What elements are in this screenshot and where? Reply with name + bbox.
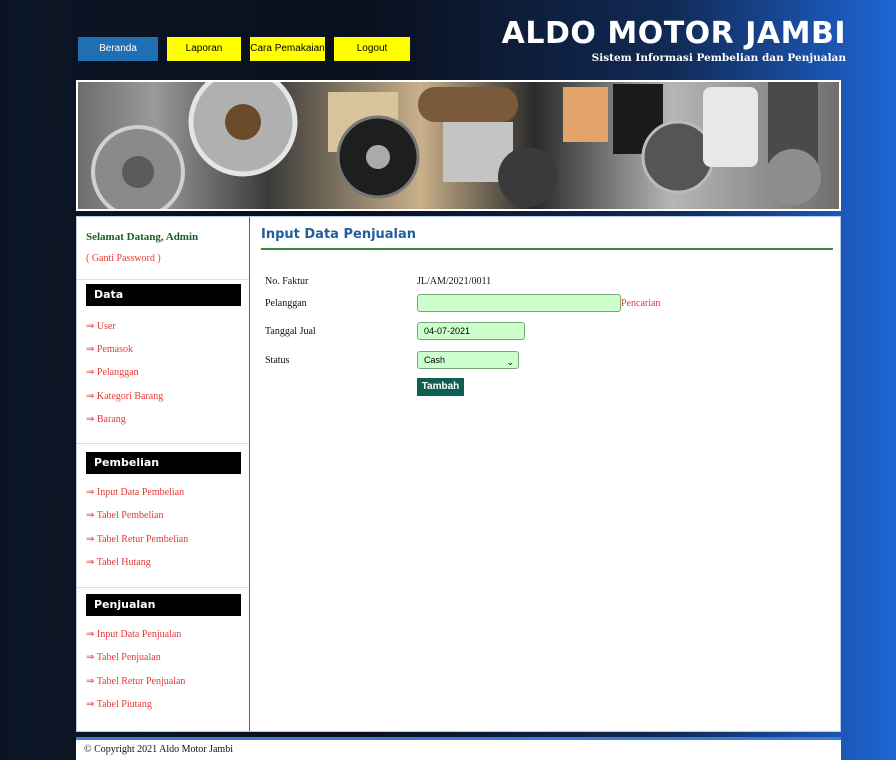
chevron-down-icon: ⌄ xyxy=(506,357,514,367)
banner-image xyxy=(76,80,841,211)
nav-logout-button[interactable]: Logout xyxy=(334,37,410,61)
form-row-no-faktur: No. Faktur JL/AM/2021/0011 xyxy=(265,272,825,294)
sidebar-item-input-data-penjualan[interactable]: ⇒ Input Data Penjualan xyxy=(86,629,181,640)
content-area: Selamat Datang, Admin ( Ganti Password )… xyxy=(76,216,841,732)
section-title-penjualan: Penjualan xyxy=(86,594,241,616)
sidebar-item-tabel-retur-pembelian[interactable]: ⇒ Tabel Retur Pembelian xyxy=(86,534,188,545)
header: Beranda Laporan Cara Pemakaian Logout AL… xyxy=(70,0,846,80)
welcome-text: Selamat Datang, Admin xyxy=(86,231,199,243)
sidebar-item-pelanggan[interactable]: ⇒ Pelanggan xyxy=(86,367,139,378)
footer: © Copyright 2021 Aldo Motor Jambi xyxy=(76,737,841,760)
status-label: Status xyxy=(265,355,290,366)
status-selected-value: Cash xyxy=(424,355,446,365)
form-row-pelanggan: Pelanggan Pencarian xyxy=(265,294,825,316)
tanggal-jual-label: Tanggal Jual xyxy=(265,326,316,337)
section-title-pembelian: Pembelian xyxy=(86,452,241,474)
sidebar-item-barang[interactable]: ⇒ Barang xyxy=(86,414,126,425)
main-panel: Input Data Penjualan No. Faktur JL/AM/20… xyxy=(261,227,836,396)
sidebar-item-tabel-retur-penjualan[interactable]: ⇒ Tabel Retur Penjualan xyxy=(86,676,185,687)
sidebar-item-tabel-pembelian[interactable]: ⇒ Tabel Pembelian xyxy=(86,510,163,521)
tanggal-jual-input[interactable]: 04-07-2021 xyxy=(417,322,525,340)
sidebar-item-pemasok[interactable]: ⇒ Pemasok xyxy=(86,344,133,355)
no-faktur-label: No. Faktur xyxy=(265,276,309,287)
left-edge xyxy=(0,0,10,760)
pencarian-link[interactable]: Pencarian xyxy=(621,298,660,309)
brand-title: ALDO MOTOR JAMBI xyxy=(501,16,846,51)
form-row-submit: Tambah xyxy=(265,378,825,400)
form-row-tanggal-jual: Tanggal Jual 04-07-2021 xyxy=(265,322,825,344)
pelanggan-label: Pelanggan xyxy=(265,298,307,309)
brand-subtitle: Sistem Informasi Pembelian dan Penjualan xyxy=(591,52,846,64)
copyright-text: © Copyright 2021 Aldo Motor Jambi xyxy=(84,744,233,755)
change-password-link[interactable]: ( Ganti Password ) xyxy=(86,253,161,264)
no-faktur-value: JL/AM/2021/0011 xyxy=(417,276,492,287)
pelanggan-input[interactable] xyxy=(417,294,621,312)
nav-laporan-button[interactable]: Laporan xyxy=(167,37,241,61)
section-title-data: Data xyxy=(86,284,241,306)
sidebar-item-tabel-piutang[interactable]: ⇒ Tabel Piutang xyxy=(86,699,152,710)
divider xyxy=(77,587,249,588)
nav-beranda-button[interactable]: Beranda xyxy=(78,37,158,61)
sidebar-item-tabel-penjualan[interactable]: ⇒ Tabel Penjualan xyxy=(86,652,161,663)
top-nav: Beranda Laporan Cara Pemakaian Logout xyxy=(78,37,410,61)
tambah-button[interactable]: Tambah xyxy=(417,378,464,396)
sidebar-item-user[interactable]: ⇒ User xyxy=(86,321,116,332)
page-title: Input Data Penjualan xyxy=(261,227,833,250)
nav-cara-pemakaian-button[interactable]: Cara Pemakaian xyxy=(250,37,325,61)
brand: ALDO MOTOR JAMBI Sistem Informasi Pembel… xyxy=(501,16,846,65)
form-row-status: Status Cash ⌄ xyxy=(265,351,825,373)
sidebar: Selamat Datang, Admin ( Ganti Password )… xyxy=(77,217,250,731)
divider xyxy=(77,443,249,444)
auto-parts-illustration xyxy=(91,82,821,209)
sidebar-item-tabel-hutang[interactable]: ⇒ Tabel Hutang xyxy=(86,557,151,568)
status-select[interactable]: Cash ⌄ xyxy=(417,351,519,369)
sidebar-item-input-data-pembelian[interactable]: ⇒ Input Data Pembelian xyxy=(86,487,184,498)
sidebar-item-kategori-barang[interactable]: ⇒ Kategori Barang xyxy=(86,391,163,402)
divider xyxy=(77,279,249,280)
